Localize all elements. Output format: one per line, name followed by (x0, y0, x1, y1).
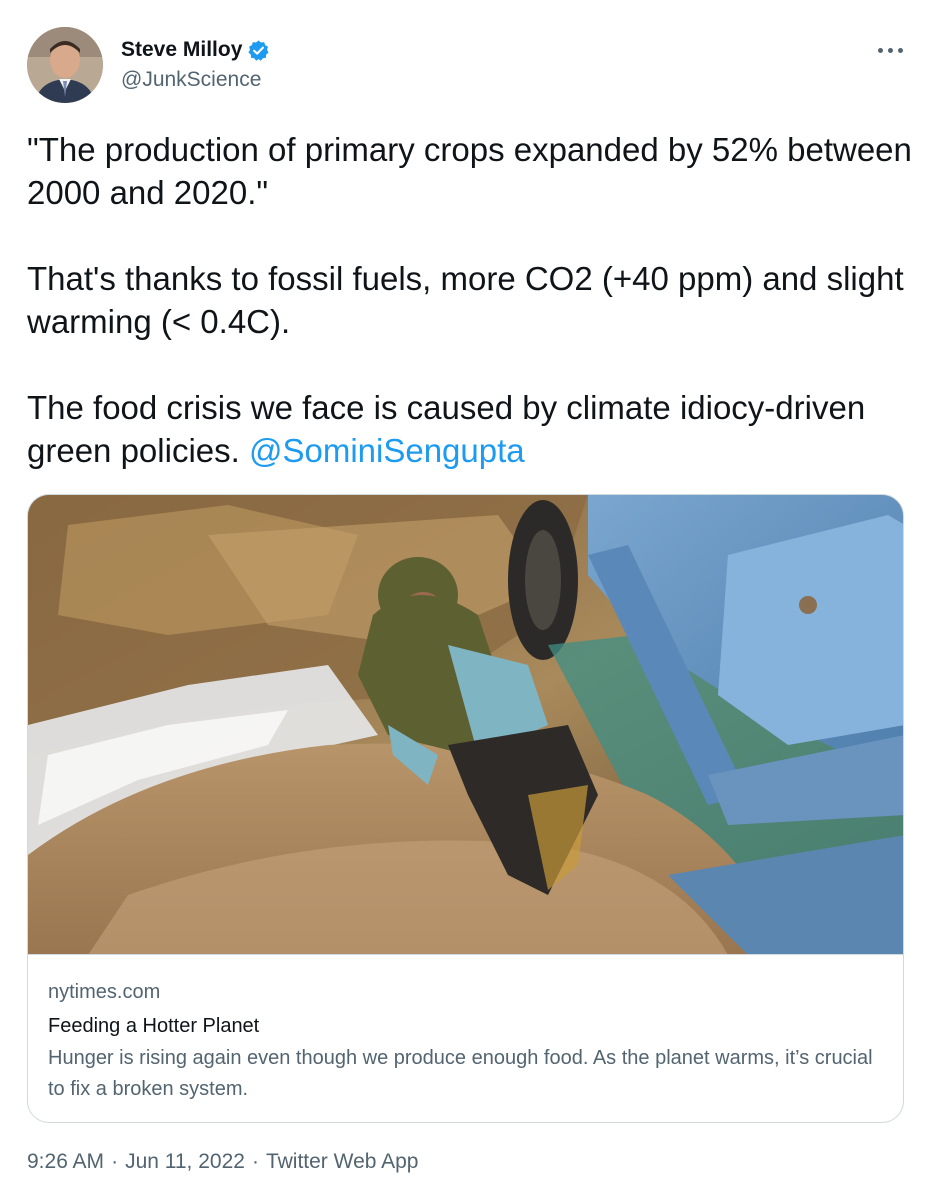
separator: · (251, 1150, 259, 1173)
author-block: Steve Milloy @JunkScience (121, 35, 270, 92)
tweet-time[interactable]: 9:26 AM (27, 1150, 104, 1174)
avatar[interactable] (27, 27, 103, 103)
tweet-paragraph: That's thanks to fossil fuels, more CO2 … (27, 260, 904, 340)
tweet-date[interactable]: Jun 11, 2022 (125, 1150, 245, 1174)
tweet-footer: 9:26 AM · Jun 11, 2022 · Twitter Web App (27, 1150, 418, 1174)
card-title: Feeding a Hotter Planet (48, 1015, 260, 1037)
tweet-paragraph-last: The food crisis we face is caused by cli… (27, 386, 927, 472)
card-image[interactable] (28, 495, 903, 955)
tweet: Steve Milloy @JunkScience "The productio… (0, 0, 951, 1200)
separator: · (111, 1150, 119, 1173)
card-domain: nytimes.com (48, 981, 161, 1003)
card-description: Hunger is rising again even though we pr… (48, 1047, 873, 1100)
avatar-photo (27, 27, 103, 103)
tweet-source[interactable]: Twitter Web App (266, 1150, 419, 1174)
tweet-text: "The production of primary crops expande… (27, 128, 927, 472)
mention-link[interactable]: @SominiSengupta (249, 432, 525, 469)
handle[interactable]: @JunkScience (121, 68, 270, 92)
card-photo (28, 495, 903, 954)
more-horizontal-icon[interactable] (870, 38, 910, 62)
verified-badge-icon (247, 39, 270, 62)
link-card[interactable]: nytimes.com Feeding a Hotter Planet Hung… (27, 494, 904, 1123)
tweet-paragraph: "The production of primary crops expande… (27, 131, 912, 211)
display-name[interactable]: Steve Milloy (121, 38, 242, 62)
card-meta: nytimes.com Feeding a Hotter Planet Hung… (48, 979, 888, 1105)
